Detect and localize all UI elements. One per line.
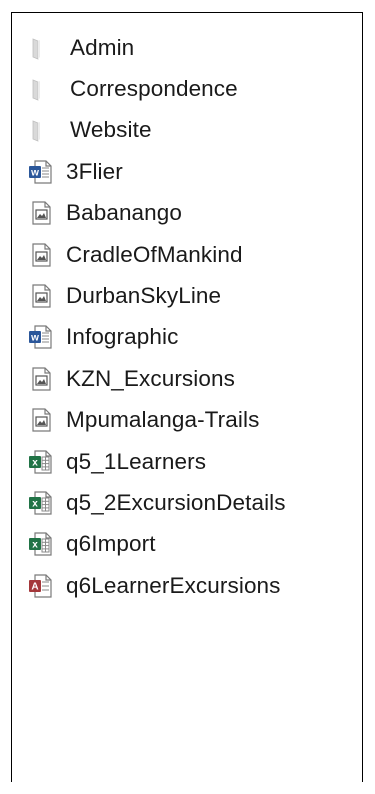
image-file-icon bbox=[28, 407, 54, 433]
item-label: DurbanSkyLine bbox=[66, 283, 222, 309]
folder-item[interactable]: Admin bbox=[12, 27, 362, 68]
file-item[interactable]: Mpumalanga-Trails bbox=[12, 400, 362, 441]
folder-item[interactable]: Website bbox=[12, 110, 362, 151]
item-label: CradleOfMankind bbox=[66, 241, 243, 267]
word-document-icon: w bbox=[28, 159, 54, 185]
item-label: Infographic bbox=[66, 324, 179, 350]
file-item[interactable]: x q6Import bbox=[12, 524, 362, 565]
folder-icon bbox=[28, 76, 54, 102]
item-label: q6LearnerExcursions bbox=[66, 572, 281, 598]
svg-text:A: A bbox=[31, 581, 38, 592]
file-item[interactable]: w Infographic bbox=[12, 317, 362, 358]
item-label: Mpumalanga-Trails bbox=[66, 407, 260, 433]
svg-text:x: x bbox=[32, 498, 38, 509]
word-document-icon: w bbox=[28, 324, 54, 350]
image-file-icon bbox=[28, 242, 54, 268]
file-item[interactable]: A q6LearnerExcursions bbox=[12, 565, 362, 606]
item-label: Correspondence bbox=[70, 76, 238, 102]
file-item[interactable]: CradleOfMankind bbox=[12, 234, 362, 275]
image-file-icon bbox=[28, 283, 54, 309]
file-item[interactable]: x q5_1Learners bbox=[12, 441, 362, 482]
excel-spreadsheet-icon: x bbox=[28, 490, 54, 516]
file-list: Admin Correspondence Website w 3Flier Ba… bbox=[12, 27, 362, 606]
item-label: q6Import bbox=[66, 531, 156, 557]
file-item[interactable]: x q5_2ExcursionDetails bbox=[12, 482, 362, 523]
item-label: Admin bbox=[70, 34, 135, 60]
folder-icon bbox=[28, 117, 54, 143]
excel-spreadsheet-icon: x bbox=[28, 531, 54, 557]
file-item[interactable]: w 3Flier bbox=[12, 151, 362, 192]
svg-text:x: x bbox=[32, 540, 38, 551]
excel-spreadsheet-icon: x bbox=[28, 449, 54, 475]
folder-item[interactable]: Correspondence bbox=[12, 68, 362, 109]
svg-text:w: w bbox=[30, 333, 39, 344]
file-item[interactable]: DurbanSkyLine bbox=[12, 275, 362, 316]
file-item[interactable]: Babanango bbox=[12, 193, 362, 234]
item-label: q5_1Learners bbox=[66, 448, 207, 474]
svg-text:w: w bbox=[30, 167, 39, 178]
file-item[interactable]: KZN_Excursions bbox=[12, 358, 362, 399]
svg-text:x: x bbox=[32, 457, 38, 468]
access-database-icon: A bbox=[28, 573, 54, 599]
item-label: 3Flier bbox=[66, 158, 123, 184]
item-label: KZN_Excursions bbox=[66, 365, 235, 391]
file-explorer-panel: Admin Correspondence Website w 3Flier Ba… bbox=[11, 12, 363, 782]
item-label: Website bbox=[70, 117, 152, 143]
folder-icon bbox=[28, 35, 54, 61]
item-label: Babanango bbox=[66, 200, 183, 226]
image-file-icon bbox=[28, 366, 54, 392]
image-file-icon bbox=[28, 200, 54, 226]
item-label: q5_2ExcursionDetails bbox=[66, 489, 286, 515]
